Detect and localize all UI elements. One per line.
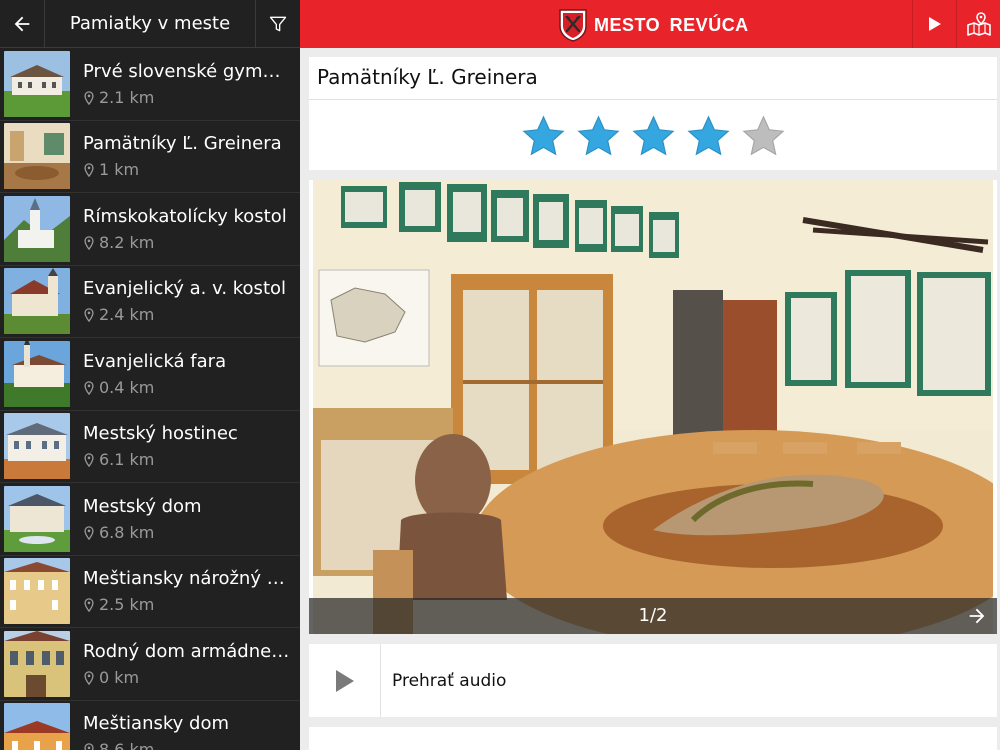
- sidebar-header: Pamiatky v meste: [0, 0, 300, 48]
- star-icon-empty[interactable]: [741, 114, 786, 159]
- brand: MESTO REVÚCA: [558, 7, 749, 43]
- list-item[interactable]: Rímskokatolícky kostol 8.2 km: [0, 193, 300, 266]
- next-photo-button[interactable]: [963, 602, 991, 630]
- filter-icon: [269, 16, 287, 31]
- thumbnail-image: [4, 485, 70, 552]
- thumbnail-image: [4, 50, 70, 117]
- monument-list: Prvé slovenské gymnázium 2.1 km Pamätník…: [0, 48, 300, 750]
- item-distance: 2.1 km: [99, 87, 155, 107]
- arrow-right-icon: [969, 608, 985, 624]
- map-button[interactable]: [957, 0, 1000, 48]
- list-item[interactable]: Rodný dom armádneho generála 0 km: [0, 628, 300, 701]
- item-name: Evanjelický a. v. kostol: [83, 278, 287, 300]
- star-icon-filled[interactable]: [686, 114, 731, 159]
- thumbnail-image: [4, 413, 70, 480]
- location-pin-icon: [84, 163, 94, 178]
- list-item[interactable]: Mestský hostinec 6.1 km: [0, 411, 300, 483]
- list-item[interactable]: Evanjelický a. v. kostol 2.4 km: [0, 266, 300, 338]
- gallery-photo: [313, 180, 993, 634]
- app-header: MESTO REVÚCA: [300, 0, 1000, 48]
- location-pin-icon: [84, 670, 94, 685]
- star-rating[interactable]: [309, 114, 997, 159]
- thumbnail-image: [4, 340, 70, 407]
- play-tour-button[interactable]: [913, 0, 956, 48]
- location-pin-icon: [84, 380, 94, 395]
- star-icon-filled[interactable]: [521, 114, 566, 159]
- arrow-left-icon: [14, 16, 30, 31]
- location-pin-icon: [84, 235, 94, 250]
- star-icon-filled[interactable]: [631, 114, 676, 159]
- brand-title: MESTO REVÚCA: [594, 14, 749, 35]
- description-card: [309, 727, 997, 750]
- sidebar: Pamiatky v meste Prvé slovenské gymnáziu…: [0, 0, 300, 750]
- item-name: Mestský dom: [83, 495, 202, 517]
- coat-of-arms-logo: [559, 9, 587, 42]
- play-icon: [928, 17, 941, 31]
- item-distance: 1 km: [99, 160, 140, 180]
- detail-header-card: Pamätníky Ľ. Greinera: [309, 57, 997, 170]
- item-distance: 2.5 km: [99, 595, 155, 615]
- item-distance: 8.2 km: [99, 232, 155, 252]
- item-name: Mestský hostinec: [83, 423, 238, 445]
- gallery-counter: 1/2: [638, 605, 668, 626]
- item-distance: 8.6 km: [99, 740, 155, 750]
- thumbnail-image: [4, 558, 70, 625]
- item-distance: 6.8 km: [99, 522, 155, 542]
- photo-gallery[interactable]: 1/2: [309, 180, 997, 634]
- item-distance: 2.4 km: [99, 305, 155, 325]
- item-distance: 0.4 km: [99, 377, 155, 397]
- thumbnail-image: [4, 703, 70, 750]
- thumbnail-image: [4, 630, 70, 697]
- location-pin-icon: [84, 598, 94, 613]
- location-pin-icon: [84, 525, 94, 540]
- list-item[interactable]: Pamätníky Ľ. Greinera 1 km: [0, 121, 300, 193]
- item-distance: 6.1 km: [99, 450, 155, 470]
- item-name: Meštiansky nárožný dom: [83, 568, 290, 590]
- list-item[interactable]: Meštiansky nárožný dom 2.5 km: [0, 556, 300, 628]
- item-name: Evanjelická fara: [83, 350, 227, 372]
- item-name: Prvé slovenské gymnázium: [83, 60, 290, 82]
- list-item[interactable]: Evanjelická fara 0.4 km: [0, 338, 300, 411]
- star-icon-filled[interactable]: [576, 114, 621, 159]
- location-pin-icon: [84, 90, 94, 105]
- thumbnail-image: [4, 268, 70, 335]
- filter-button[interactable]: [256, 0, 300, 48]
- item-name: Rodný dom armádneho generála: [83, 640, 290, 662]
- location-pin-icon: [84, 743, 94, 750]
- audio-player[interactable]: Prehrať audio: [309, 644, 997, 717]
- list-item[interactable]: Meštiansky dom 8.6 km: [0, 701, 300, 750]
- play-icon: [335, 669, 354, 692]
- item-distance: 0 km: [99, 667, 140, 687]
- sidebar-title: Pamiatky v meste: [69, 13, 231, 34]
- item-name: Rímskokatolícky kostol: [83, 205, 287, 227]
- location-pin-icon: [84, 308, 94, 323]
- map-icon: [966, 12, 991, 36]
- thumbnail-image: [4, 195, 70, 262]
- item-name: Meštiansky dom: [83, 713, 229, 735]
- play-audio-button[interactable]: [309, 644, 381, 717]
- detail-title: Pamätníky Ľ. Greinera: [317, 65, 538, 89]
- list-item[interactable]: Mestský dom 6.8 km: [0, 483, 300, 556]
- gallery-controls: 1/2: [309, 598, 997, 634]
- back-button[interactable]: [0, 0, 44, 48]
- list-item[interactable]: Prvé slovenské gymnázium 2.1 km: [0, 48, 300, 121]
- thumbnail-image: [4, 123, 70, 190]
- audio-label: Prehrať audio: [392, 670, 507, 691]
- item-name: Pamätníky Ľ. Greinera: [83, 133, 282, 155]
- location-pin-icon: [84, 453, 94, 468]
